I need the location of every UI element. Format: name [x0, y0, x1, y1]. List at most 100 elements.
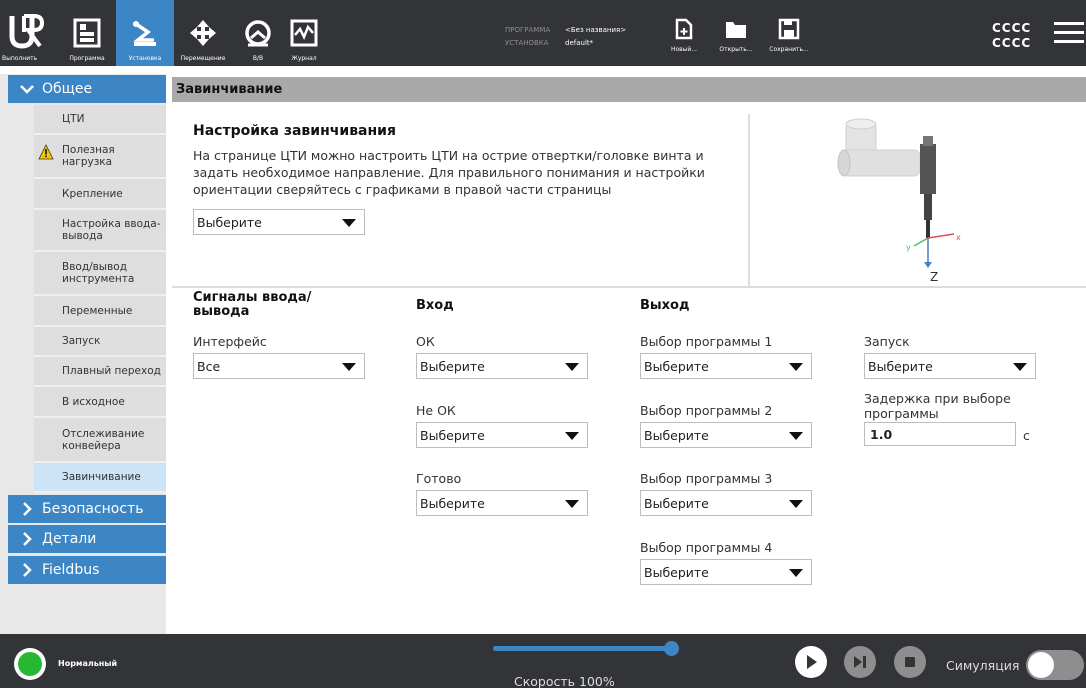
io-icon — [245, 20, 271, 47]
dropdown-arrow-icon — [565, 500, 579, 508]
program-info: ПРОГРАММА <Без названия> УСТАНОВКА default… — [505, 24, 626, 50]
nav-log-button[interactable]: Журнал — [284, 0, 324, 66]
sidebar-item-label: Завинчивание — [62, 471, 141, 483]
new-button[interactable]: Новый... — [659, 18, 709, 53]
delay-input[interactable]: 1.0 — [864, 422, 1016, 446]
sidebar-item-smooth-transition[interactable]: Плавный переход — [34, 357, 166, 387]
sidebar-item-tcp[interactable]: ЦТИ — [34, 105, 166, 135]
dropdown-value: Выберите — [644, 427, 709, 443]
sidebar-section-label: Fieldbus — [42, 562, 100, 578]
delay-unit: с — [1023, 428, 1030, 443]
nav-installation-label: Установка — [128, 55, 162, 62]
signals-title: Сигналы ввода/вывода — [193, 290, 312, 319]
start-dropdown[interactable]: Выберите — [864, 353, 1036, 379]
robot-status-indicator[interactable] — [14, 648, 46, 680]
save-label: Сохранить... — [769, 46, 809, 53]
new-file-icon — [675, 18, 693, 40]
axis-y-label: y — [906, 243, 911, 252]
step-button[interactable] — [844, 646, 876, 678]
program-select-2-dropdown[interactable]: Выберите — [640, 422, 812, 448]
ready-label: Готово — [416, 471, 462, 486]
dropdown-value: Все — [197, 358, 221, 374]
sidebar-item-mounting[interactable]: Крепление — [34, 179, 166, 210]
program-select-4-dropdown[interactable]: Выберите — [640, 559, 812, 585]
nav-io-button[interactable]: В/В — [232, 0, 284, 66]
page-title: Завинчивание — [172, 77, 1086, 102]
sidebar-section-label: Общее — [42, 81, 93, 97]
installation-name: default* — [565, 39, 594, 47]
sidebar-section-details[interactable]: Детали — [8, 525, 166, 553]
sidebar-item-tool-io[interactable]: Ввод/вывод инструмента — [34, 252, 166, 296]
open-button[interactable]: Открыть... — [711, 18, 761, 53]
sidebar-section-safety[interactable]: Безопасность — [8, 495, 166, 523]
dropdown-arrow-icon — [342, 363, 356, 371]
dropdown-value: Выберите — [868, 358, 933, 374]
dropdown-arrow-icon — [565, 363, 579, 371]
sidebar-section-fieldbus[interactable]: Fieldbus — [8, 556, 166, 584]
open-label: Открыть... — [719, 46, 753, 53]
program-select-3-dropdown[interactable]: Выберите — [640, 490, 812, 516]
user-line-1: CCCC — [992, 21, 1032, 35]
hamburger-menu-icon[interactable] — [1054, 22, 1084, 44]
sidebar-item-variables[interactable]: Переменные — [34, 296, 166, 327]
nav-program-button[interactable]: Программа — [58, 0, 116, 66]
move-icon — [190, 20, 216, 46]
speed-slider-handle[interactable] — [664, 641, 679, 656]
speed-slider-fill — [493, 646, 671, 651]
play-button[interactable] — [795, 646, 827, 678]
sidebar-section-general[interactable]: Общее — [8, 75, 166, 103]
ok-label: ОК — [416, 334, 435, 349]
sidebar-item-label: Крепление — [62, 187, 123, 200]
installation-icon — [133, 21, 156, 46]
save-button[interactable]: Сохранить... — [764, 18, 814, 53]
log-icon — [290, 19, 318, 47]
tcp-select-dropdown[interactable]: Выберите — [193, 209, 365, 235]
screwdriver-illustration: x y Z — [837, 118, 961, 284]
new-label: Новый... — [670, 46, 698, 53]
not-ok-dropdown[interactable]: Выберите — [416, 422, 588, 448]
dropdown-value: Выберите — [644, 495, 709, 511]
sidebar-item-label: Настройка ввода-вывода — [62, 218, 161, 242]
ok-dropdown[interactable]: Выберите — [416, 353, 588, 379]
sidebar-item-payload[interactable]: Полезная нагрузка — [34, 135, 166, 179]
setup-title: Настройка завинчивания — [193, 123, 396, 139]
top-bar: Выполнить Программа Установка Перемещени… — [0, 0, 1086, 66]
setup-description: На странице ЦТИ можно настроить ЦТИ на о… — [193, 148, 705, 197]
program-select-2-label: Выбор программы 2 — [640, 403, 773, 418]
program-select-1-dropdown[interactable]: Выберите — [640, 353, 812, 379]
sidebar-item-label: Плавный переход — [62, 365, 161, 377]
sidebar-item-startup[interactable]: Запуск — [34, 327, 166, 357]
start-label: Запуск — [864, 334, 910, 349]
ready-dropdown[interactable]: Выберите — [416, 490, 588, 516]
speed-slider-track[interactable] — [493, 646, 671, 651]
chevron-down-icon — [20, 85, 34, 94]
chevron-right-icon — [23, 532, 32, 546]
dropdown-value: Выберите — [644, 358, 709, 374]
user-line-2: CCCC — [992, 36, 1032, 50]
sidebar-item-label: Отслеживание конвейера — [62, 427, 145, 452]
sidebar-item-io-setup[interactable]: Настройка ввода-вывода — [34, 210, 166, 252]
program-select-1-label: Выбор программы 1 — [640, 334, 773, 349]
sidebar-section-label: Безопасность — [42, 501, 144, 517]
robot-status-text: Нормальный — [58, 659, 118, 668]
program-name: <Без названия> — [565, 26, 627, 34]
chevron-right-icon — [23, 502, 32, 516]
sidebar-item-screwdriving[interactable]: Завинчивание — [34, 463, 166, 493]
nav-installation-button[interactable]: Установка — [116, 0, 174, 66]
interface-dropdown[interactable]: Все — [193, 353, 365, 379]
dropdown-arrow-icon — [789, 432, 803, 440]
chevron-right-icon — [23, 563, 32, 577]
simulation-toggle[interactable] — [1026, 650, 1084, 680]
nav-move-label: Перемещение — [180, 55, 226, 62]
sidebar-item-home[interactable]: В исходное — [34, 387, 166, 418]
sidebar-item-conveyor-tracking[interactable]: Отслеживание конвейера — [34, 418, 166, 463]
stop-button[interactable] — [894, 646, 926, 678]
nav-move-button[interactable]: Перемещение — [174, 0, 232, 66]
dropdown-arrow-icon — [789, 569, 803, 577]
section-divider — [172, 286, 1086, 288]
step-icon — [854, 656, 866, 668]
sidebar-item-label: Запуск — [62, 335, 101, 347]
stop-icon — [905, 657, 915, 667]
program-icon — [73, 18, 101, 48]
bottom-bar: Нормальный Скорость 100% Симуляция — [0, 634, 1086, 688]
